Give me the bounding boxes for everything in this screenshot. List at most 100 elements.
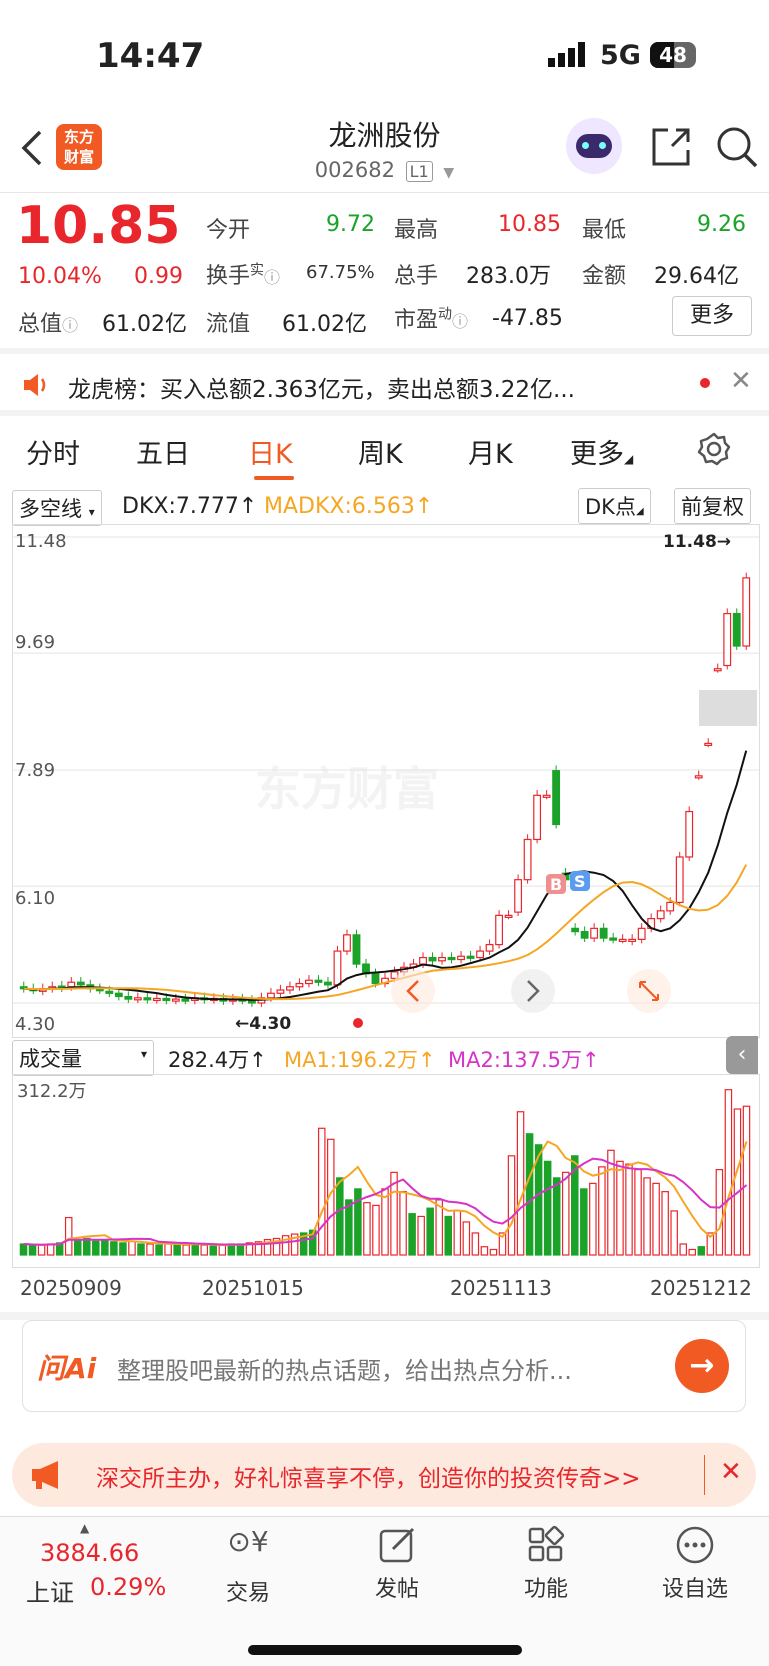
gear-icon[interactable] <box>697 432 731 466</box>
tab-daily-k[interactable]: 日K <box>248 432 293 471</box>
volume-bar <box>616 1160 624 1256</box>
close-icon[interactable]: ✕ <box>730 366 752 396</box>
volume-bar <box>598 1166 606 1256</box>
volume-max-tick: 312.2万 <box>17 1081 87 1102</box>
index-value[interactable]: 3884.66 <box>40 1539 139 1567</box>
volume-bar <box>64 1216 73 1256</box>
tab-five-day[interactable]: 五日 <box>136 432 190 471</box>
candle-body <box>742 577 751 647</box>
add-watchlist-button[interactable]: 设自选 <box>645 1517 745 1603</box>
yuan-icon: ⊙¥ <box>227 1525 269 1558</box>
close-banner-icon[interactable]: ✕ <box>720 1457 742 1487</box>
candle-body <box>371 973 380 985</box>
volume-bar <box>643 1177 651 1256</box>
status-time: 14:47 <box>96 36 205 76</box>
volume-indicator-selector[interactable]: 成交量 ▾ <box>12 1040 154 1076</box>
volume-bar <box>101 1238 109 1256</box>
volume-bar <box>73 1238 82 1256</box>
volume-bar <box>742 1105 751 1256</box>
candle-body <box>143 997 152 1001</box>
share-icon[interactable] <box>650 126 692 168</box>
volume-svg: 312.2万 <box>17 1081 751 1256</box>
tab-monthly-k[interactable]: 月K <box>468 432 513 471</box>
candle-body <box>514 879 523 913</box>
volume-bar <box>688 1248 697 1256</box>
candle-body <box>542 794 551 798</box>
y-tick-2: 9.69 <box>15 632 55 653</box>
volume-bar <box>607 1149 615 1256</box>
status-bar: 14:47 5G 48 <box>0 0 769 110</box>
tab-weekly-k[interactable]: 周K <box>358 432 403 471</box>
trade-button[interactable]: ⊙¥ 交易 <box>198 1517 298 1607</box>
volume-bar <box>83 1237 91 1256</box>
more-quote-button[interactable]: 更多 <box>672 296 752 336</box>
volume-bar <box>724 1089 733 1256</box>
volume-bar <box>679 1243 687 1256</box>
volume-bar <box>92 1240 100 1256</box>
turnover-sup: 实 <box>250 262 265 279</box>
search-icon[interactable] <box>714 124 760 170</box>
candle-body <box>114 992 123 998</box>
candle-body <box>343 934 351 952</box>
kline-chart[interactable]: 东方财富 11.48 9.69 7.89 6.10 4.30 11.48→ ←4… <box>12 524 760 1038</box>
adjust-button[interactable]: 前复权 <box>674 488 751 524</box>
battery-icon: 48 <box>650 42 696 68</box>
volume-bar <box>525 1133 534 1256</box>
functions-button[interactable]: 功能 <box>496 1517 596 1603</box>
pe-sup: 动 <box>438 306 453 323</box>
more-icon <box>676 1526 714 1564</box>
megaphone-icon <box>32 1461 58 1489</box>
turnover-value: 67.75% <box>306 262 375 283</box>
volume-bar <box>634 1169 642 1256</box>
network-label: 5G <box>600 40 641 71</box>
volume-bar <box>218 1244 227 1256</box>
volume-bar <box>317 1127 326 1256</box>
ai-input[interactable]: 整理股吧最新的热点话题，给出热点分析... <box>117 1351 637 1386</box>
collapse-panel-button[interactable]: ‹ <box>726 1036 758 1074</box>
promo-banner[interactable]: 深交所主办，好礼惊喜享不停，创造你的投资传奇>> ✕ <box>12 1443 756 1507</box>
volume-value: 283.0万 <box>466 264 551 289</box>
change-amount: 0.99 <box>134 264 183 289</box>
volume-bar <box>19 1243 28 1256</box>
pe-label: 市盈 <box>394 308 439 333</box>
tab-more[interactable]: 更多◢ <box>570 432 633 471</box>
volume-bar <box>408 1213 416 1256</box>
volume-bar <box>453 1210 462 1256</box>
volume-bar <box>164 1243 172 1256</box>
candle-body <box>314 979 323 983</box>
candle-body <box>523 838 532 881</box>
send-arrow-icon[interactable]: → <box>675 1339 729 1393</box>
volume-bar <box>137 1243 145 1256</box>
volume-bar <box>28 1244 37 1256</box>
info-icon[interactable]: ⓘ <box>62 316 78 335</box>
volume-chart[interactable]: 312.2万 <box>12 1074 760 1268</box>
volume-bar <box>119 1242 127 1256</box>
candle-body <box>723 612 732 667</box>
info-icon[interactable]: ⓘ <box>452 312 468 331</box>
post-button[interactable]: 发帖 <box>347 1517 447 1603</box>
grid-icon <box>528 1525 565 1562</box>
candle-body <box>352 934 361 965</box>
candle-body <box>105 990 114 994</box>
news-text[interactable]: 龙虎榜：买入总额2.363亿元，卖出总额3.22亿... <box>68 370 638 404</box>
speaker-icon <box>24 374 46 396</box>
volume-bar <box>399 1191 407 1256</box>
candle-body <box>637 927 646 940</box>
candle-body <box>124 995 133 1000</box>
candle-body <box>324 981 332 986</box>
volume-bar <box>444 1215 453 1256</box>
robot-avatar-icon[interactable] <box>566 118 622 174</box>
ai-prompt-box[interactable]: 问Ai 整理股吧最新的热点话题，给出热点分析... → <box>22 1320 746 1412</box>
volume-bar <box>516 1111 525 1256</box>
candle-body <box>333 950 342 986</box>
candle-body <box>704 742 713 746</box>
candle-body <box>495 914 504 946</box>
volume-current: 282.4万↑ <box>168 1048 267 1072</box>
dk-point-button[interactable]: DK点◢ <box>578 488 651 524</box>
indicator-selector[interactable]: 多空线 ▾ <box>12 490 102 526</box>
volume-bar <box>200 1244 209 1256</box>
info-icon[interactable]: ⓘ <box>264 268 280 287</box>
tab-intraday[interactable]: 分时 <box>26 432 80 471</box>
current-price: 10.85 <box>16 196 181 256</box>
candle-body <box>656 910 665 920</box>
